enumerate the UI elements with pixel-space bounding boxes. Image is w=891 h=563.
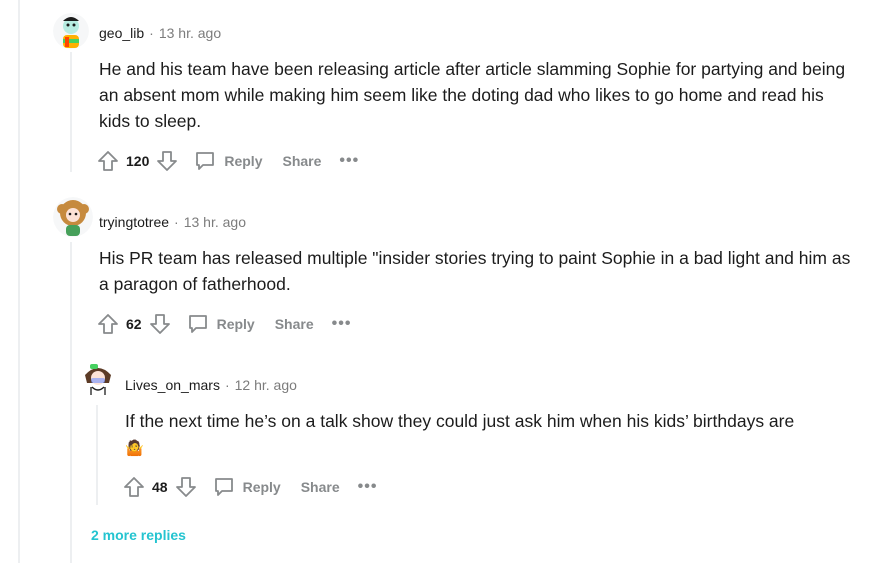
reply-bubble-icon bbox=[186, 312, 210, 336]
share-button[interactable]: Share bbox=[275, 316, 314, 332]
comment-body: He and his team have been releasing arti… bbox=[99, 59, 846, 131]
more-replies-link[interactable]: 2 more replies bbox=[91, 527, 186, 543]
thread-line-outer[interactable] bbox=[18, 0, 20, 563]
timestamp[interactable]: 13 hr. ago bbox=[184, 214, 246, 230]
vote-count: 62 bbox=[126, 316, 142, 332]
more-options-button[interactable]: ••• bbox=[358, 479, 378, 495]
separator-dot: · bbox=[174, 214, 179, 230]
downvote-icon[interactable] bbox=[174, 475, 198, 499]
upvote-icon[interactable] bbox=[122, 475, 146, 499]
vote-count: 48 bbox=[152, 479, 168, 495]
comment-body: His PR team has released multiple "insid… bbox=[99, 248, 851, 294]
vote-count: 120 bbox=[126, 153, 150, 169]
separator-dot: · bbox=[149, 25, 154, 41]
reply-label: Reply bbox=[242, 479, 281, 495]
upvote-icon[interactable] bbox=[96, 149, 120, 173]
more-options-button[interactable]: ••• bbox=[339, 153, 359, 169]
thread-line-geo[interactable] bbox=[70, 52, 72, 172]
downvote-icon[interactable] bbox=[148, 312, 172, 336]
share-button[interactable]: Share bbox=[301, 479, 340, 495]
reply-button[interactable]: Reply bbox=[212, 475, 281, 499]
avatar[interactable] bbox=[79, 361, 117, 399]
author-name[interactable]: tryingtotree bbox=[99, 214, 169, 230]
comment-text: If the next time he’s on a talk show the… bbox=[125, 411, 795, 431]
shrug-emoji: 🤷 bbox=[125, 440, 144, 457]
reply-button[interactable]: Reply bbox=[186, 312, 255, 336]
downvote-icon[interactable] bbox=[155, 149, 179, 173]
timestamp[interactable]: 12 hr. ago bbox=[235, 377, 297, 393]
reply-bubble-icon bbox=[212, 475, 236, 499]
author-name[interactable]: Lives_on_mars bbox=[125, 377, 220, 393]
avatar[interactable] bbox=[53, 13, 89, 49]
thread-line-tryingtotree[interactable] bbox=[70, 242, 72, 563]
upvote-icon[interactable] bbox=[96, 312, 120, 336]
avatar[interactable] bbox=[53, 197, 93, 237]
separator-dot: · bbox=[224, 377, 230, 393]
reply-button[interactable]: Reply bbox=[193, 149, 262, 173]
author-name[interactable]: geo_lib bbox=[99, 25, 144, 41]
comment-body: If the next time he’s on a talk show the… bbox=[125, 408, 865, 462]
thread-line-lives[interactable] bbox=[96, 405, 98, 505]
timestamp[interactable]: 13 hr. ago bbox=[159, 25, 221, 41]
reply-label: Reply bbox=[216, 316, 255, 332]
reply-label: Reply bbox=[224, 153, 263, 169]
reply-bubble-icon bbox=[193, 149, 217, 173]
more-options-button[interactable]: ••• bbox=[332, 316, 352, 332]
share-button[interactable]: Share bbox=[282, 153, 321, 169]
